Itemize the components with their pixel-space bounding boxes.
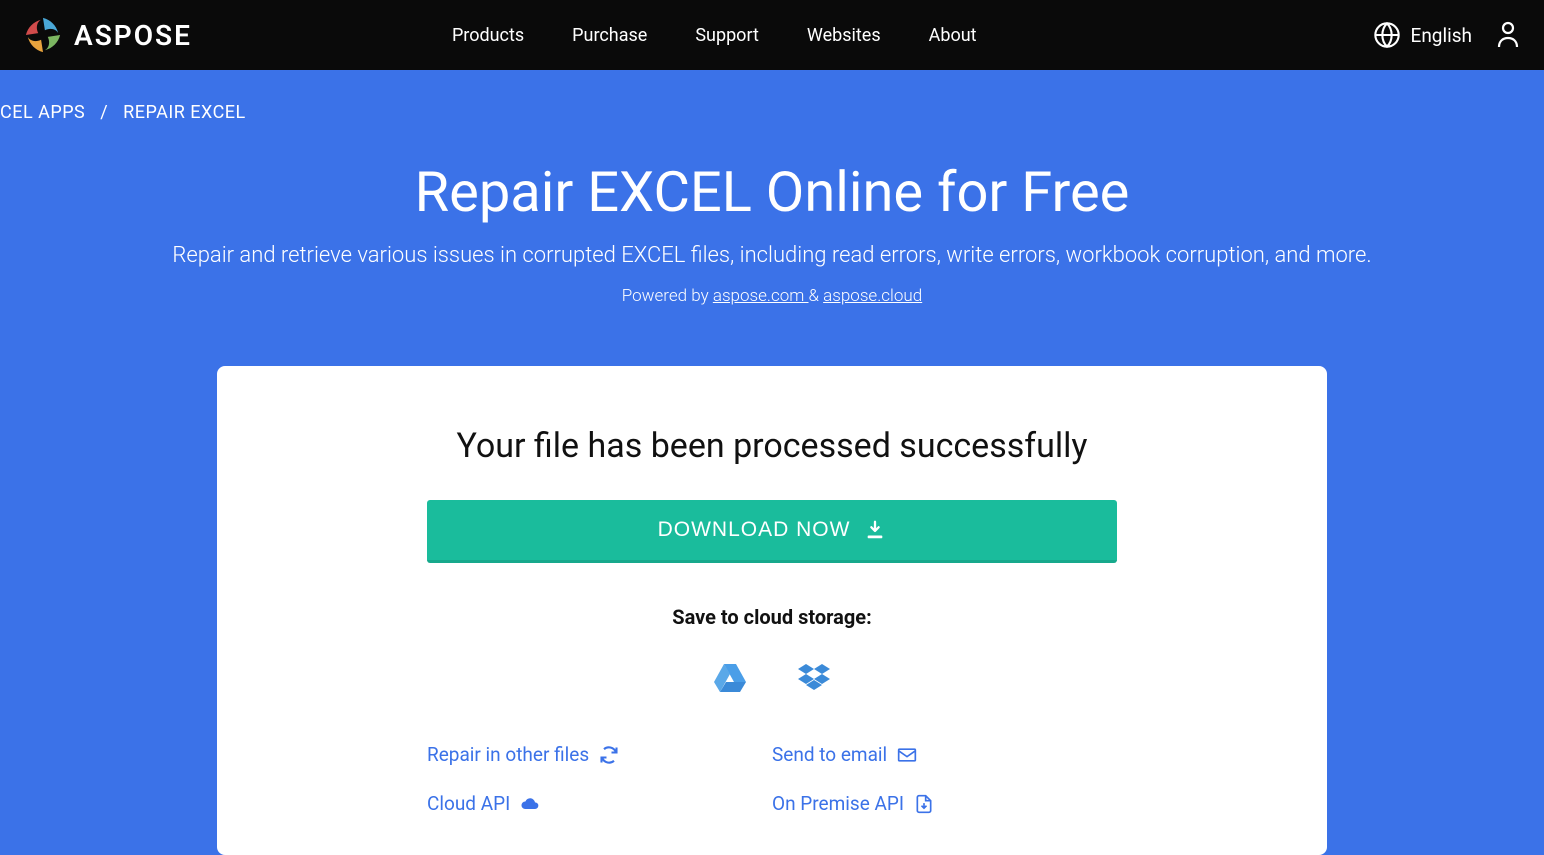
download-icon <box>864 519 886 541</box>
aspose-logo-icon <box>24 16 62 54</box>
breadcrumb: CEL APPS / REPAIR EXCEL <box>0 70 1544 123</box>
success-message: Your file has been processed successfull… <box>267 426 1277 466</box>
link-repair-other-label: Repair in other files <box>427 743 589 766</box>
dropbox-button[interactable] <box>788 651 840 703</box>
email-icon <box>897 745 917 765</box>
download-button[interactable]: DOWNLOAD NOW <box>427 500 1117 563</box>
language-label: English <box>1411 24 1472 47</box>
link-aspose-cloud[interactable]: aspose.cloud <box>823 286 922 306</box>
link-aspose-com[interactable]: aspose.com <box>713 286 809 306</box>
globe-icon <box>1373 21 1401 49</box>
powered-by: Powered by aspose.com & aspose.cloud <box>20 286 1524 306</box>
result-card: Your file has been processed successfull… <box>217 366 1327 855</box>
nav-support[interactable]: Support <box>695 25 759 46</box>
action-links: Repair in other files Send to email Clou… <box>427 743 1117 815</box>
breadcrumb-item-apps[interactable]: CEL APPS <box>0 102 85 123</box>
download-label: DOWNLOAD NOW <box>658 518 851 542</box>
language-selector[interactable]: English <box>1373 21 1472 49</box>
dropbox-icon <box>797 662 831 692</box>
link-send-email[interactable]: Send to email <box>772 743 917 766</box>
link-on-premise-label: On Premise API <box>772 792 904 815</box>
user-icon[interactable] <box>1496 21 1520 49</box>
breadcrumb-item-repair[interactable]: REPAIR EXCEL <box>123 102 246 123</box>
hero-section: Repair EXCEL Online for Free Repair and … <box>0 123 1544 336</box>
page-title: Repair EXCEL Online for Free <box>20 159 1524 225</box>
nav-about[interactable]: About <box>929 25 977 46</box>
google-drive-button[interactable] <box>704 651 756 703</box>
link-send-email-label: Send to email <box>772 743 887 766</box>
cloud-storage-options <box>267 651 1277 703</box>
link-repair-other[interactable]: Repair in other files <box>427 743 772 766</box>
brand-name: ASPOSE <box>74 19 192 52</box>
file-download-icon <box>914 794 934 814</box>
link-cloud-api-label: Cloud API <box>427 792 510 815</box>
main-nav: Products Purchase Support Websites About <box>452 25 977 46</box>
nav-websites[interactable]: Websites <box>807 25 881 46</box>
link-on-premise[interactable]: On Premise API <box>772 792 934 815</box>
logo[interactable]: ASPOSE <box>24 16 192 54</box>
powered-amp: & <box>809 286 824 306</box>
save-cloud-label: Save to cloud storage: <box>267 605 1277 629</box>
powered-prefix: Powered by <box>622 286 713 306</box>
nav-products[interactable]: Products <box>452 25 524 46</box>
nav-purchase[interactable]: Purchase <box>572 25 647 46</box>
page-subtitle: Repair and retrieve various issues in co… <box>20 243 1524 268</box>
refresh-icon <box>599 745 619 765</box>
breadcrumb-separator: / <box>100 102 108 123</box>
header-right: English <box>1373 21 1520 49</box>
cloud-icon <box>520 794 540 814</box>
link-cloud-api[interactable]: Cloud API <box>427 792 772 815</box>
google-drive-icon <box>713 662 747 692</box>
main-header: ASPOSE Products Purchase Support Website… <box>0 0 1544 70</box>
